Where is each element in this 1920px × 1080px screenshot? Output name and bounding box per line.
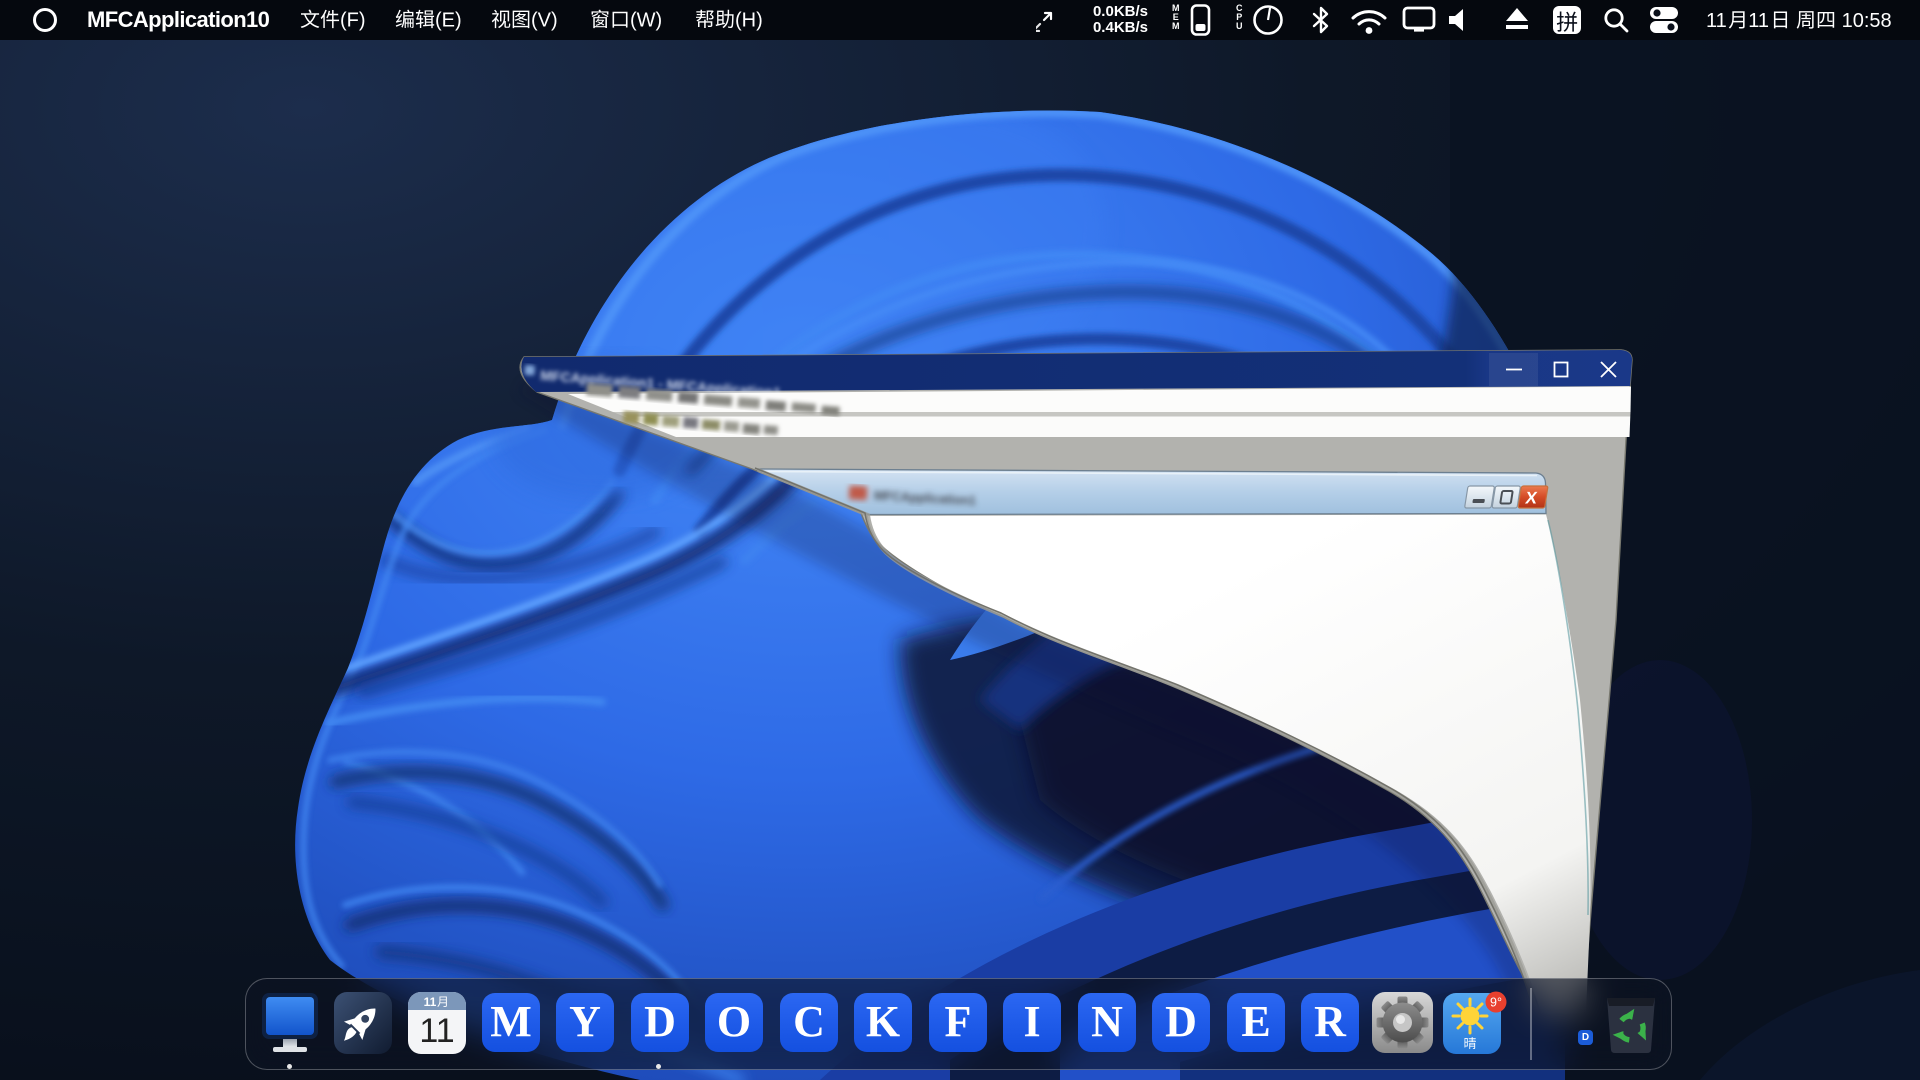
svg-text:11: 11 [419, 1012, 454, 1050]
svg-text:9°: 9° [1490, 996, 1502, 1010]
svg-text:11: 11 [424, 995, 437, 1009]
